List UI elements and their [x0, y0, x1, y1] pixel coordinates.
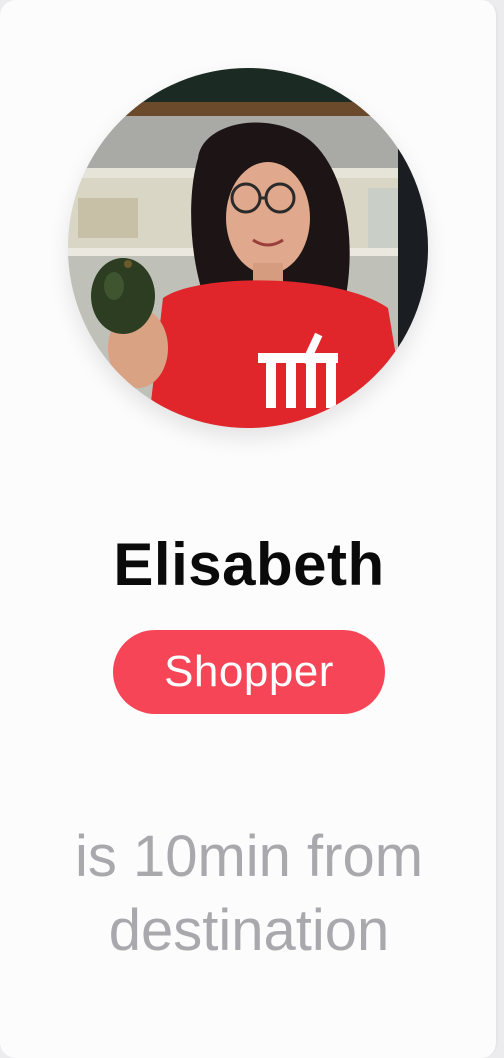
avatar [68, 68, 428, 428]
eta-status: is 10min from destination [0, 820, 498, 968]
eta-status-line-2: destination [108, 898, 390, 963]
shopper-photo [68, 68, 428, 428]
shopper-card: Elisabeth Shopper is 10min from destinat… [0, 0, 498, 1058]
shopper-name: Elisabeth [113, 531, 385, 598]
eta-status-line-1: is 10min from [74, 824, 424, 889]
role-badge: Shopper [113, 630, 385, 714]
